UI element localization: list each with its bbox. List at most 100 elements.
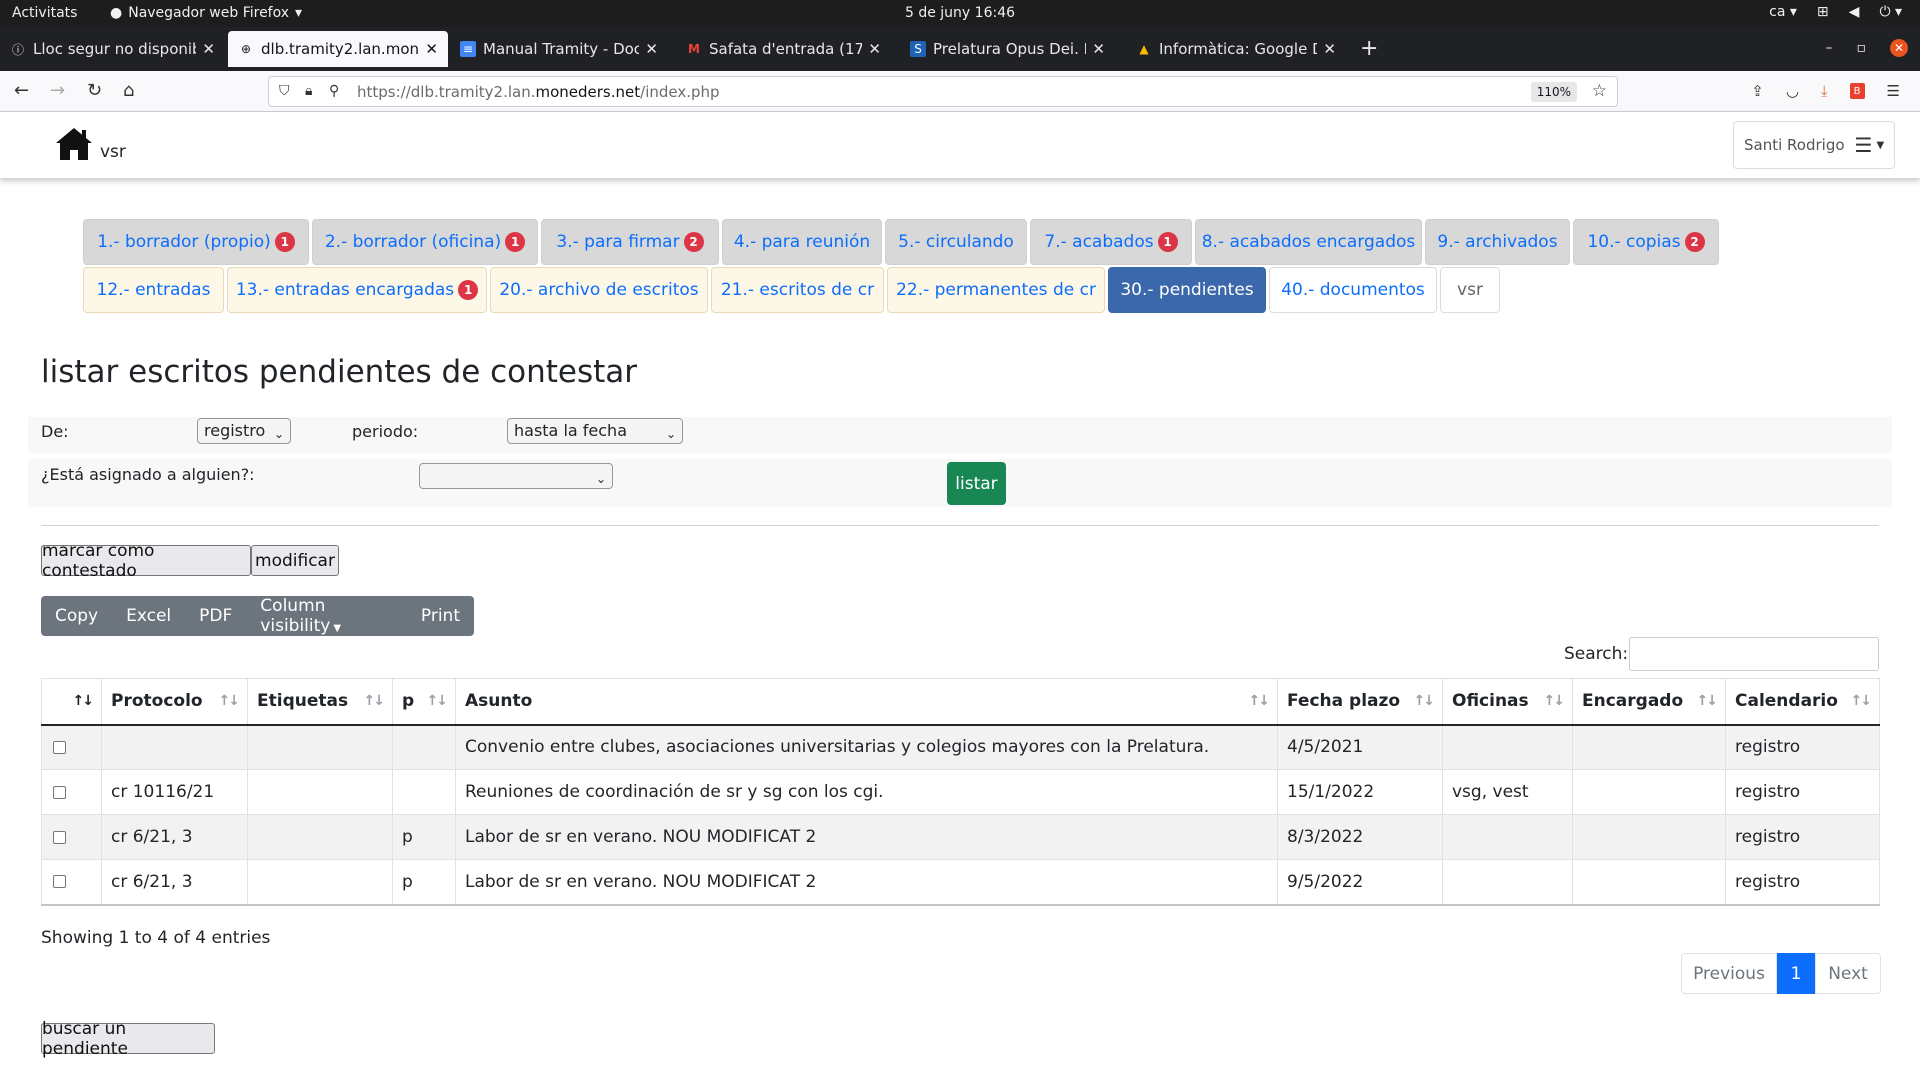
table-row[interactable]: cr 10116/21 Reuniones de coordinación de…	[41, 769, 1880, 815]
row-checkbox[interactable]	[53, 740, 66, 754]
permissions-icon[interactable]: ⚲	[329, 83, 339, 99]
browser-tab[interactable]: M Safata d'entrada (17) - jo ✕	[676, 31, 891, 67]
menu-tab-acabados[interactable]: 7.- acabados 1	[1030, 219, 1192, 265]
periodo-select[interactable]: hasta la fecha ⌄	[507, 418, 683, 444]
search-label: Search:	[1564, 644, 1629, 664]
minimize-icon[interactable]: –	[1826, 40, 1833, 56]
filter-row-1	[28, 417, 1892, 453]
menu-tab-acabados-encargados[interactable]: 8.- acabados encargados	[1195, 219, 1422, 265]
maximize-icon[interactable]: ▫	[1857, 40, 1867, 56]
close-tab-icon[interactable]: ✕	[425, 40, 438, 58]
column-header-encargado[interactable]: Encargado ↑↓	[1572, 678, 1726, 726]
row-checkbox[interactable]	[53, 875, 66, 889]
browser-tab[interactable]: ⓘ Lloc segur no disponible ✕	[0, 31, 225, 67]
menu-tab-archivados[interactable]: 9.- archivados	[1425, 219, 1570, 265]
search-pending-button[interactable]: buscar un pendiente	[41, 1019, 215, 1059]
lock-icon[interactable]: 🔒︎	[305, 83, 312, 99]
extension-icon[interactable]: B	[1849, 83, 1865, 99]
print-button[interactable]: Print	[407, 606, 474, 626]
menu-tab-copias[interactable]: 10.- copias 2	[1573, 219, 1719, 265]
column-header-protocolo[interactable]: Protocolo ↑↓	[101, 678, 248, 726]
menu-tab-para-reunion[interactable]: 4.- para reunión	[722, 219, 882, 265]
menu-icon[interactable]: ☰	[1887, 82, 1900, 100]
de-select[interactable]: registro ⌄	[197, 418, 291, 444]
home-icon[interactable]	[54, 126, 94, 162]
row-checkbox[interactable]	[53, 785, 66, 799]
mark-answered-button[interactable]: marcar como contestado	[41, 541, 251, 581]
etiquetas-cell	[247, 859, 393, 906]
browser-tab-active[interactable]: ⊕ dlb.tramity2.lan.moneders ✕	[228, 31, 448, 67]
listar-button[interactable]: listar	[947, 462, 1006, 505]
window-close-icon[interactable]: ✕	[1890, 39, 1908, 57]
pocket-icon[interactable]: ◡	[1786, 82, 1799, 100]
menu-tab-permanentes-cr[interactable]: 22.- permanentes de cr	[887, 267, 1105, 313]
table-row[interactable]: cr 6/21, 3 p Labor de sr en verano. NOU …	[41, 859, 1880, 906]
menu-tab-borrador-oficina[interactable]: 2.- borrador (oficina) 1	[312, 219, 538, 265]
table-row[interactable]: cr 6/21, 3 p Labor de sr en verano. NOU …	[41, 814, 1880, 860]
menu-tab-pendientes[interactable]: 30.- pendientes	[1108, 267, 1266, 313]
url-text[interactable]: https://dlb.tramity2.lan.moneders.net/in…	[357, 83, 720, 101]
menu-tab-documentos[interactable]: 40.- documentos	[1269, 267, 1437, 313]
close-tab-icon[interactable]: ✕	[645, 40, 658, 58]
p-cell	[392, 769, 456, 815]
column-header-oficinas[interactable]: Oficinas ↑↓	[1442, 678, 1573, 726]
url-bar[interactable]: ⛉ 🔒︎ ⚲ https://dlb.tramity2.lan.moneders…	[268, 76, 1618, 107]
column-header-fecha-plazo[interactable]: Fecha plazo ↑↓	[1277, 678, 1443, 726]
close-tab-icon[interactable]: ✕	[1323, 40, 1336, 58]
menu-tab-vsr[interactable]: vsr	[1440, 267, 1500, 313]
language-indicator[interactable]: ca ▾	[1769, 4, 1797, 20]
app-name: Navegador web Firefox	[128, 5, 290, 21]
p-cell	[392, 724, 456, 770]
previous-page-button[interactable]: Previous	[1681, 953, 1777, 994]
share-icon[interactable]: ⇪	[1751, 82, 1764, 100]
column-header-etiquetas[interactable]: Etiquetas ↑↓	[247, 678, 393, 726]
close-tab-icon[interactable]: ✕	[1092, 40, 1105, 58]
table-row[interactable]: Convenio entre clubes, asociaciones univ…	[41, 724, 1880, 770]
browser-tab[interactable]: ≡ Manual Tramity - Docume ✕	[450, 31, 668, 67]
back-icon[interactable]: ←	[14, 80, 29, 101]
pdf-button[interactable]: PDF	[185, 606, 246, 626]
asignado-select[interactable]: ⌄	[419, 463, 613, 489]
menu-tab-archivo-escritos[interactable]: 20.- archivo de escritos	[490, 267, 708, 313]
menu-tab-entradas-encargadas[interactable]: 13.- entradas encargadas 1	[227, 267, 487, 313]
table-header-row: ↑↓ Protocolo ↑↓ Etiquetas ↑↓ p ↑↓ Asunto ↑↓ …	[41, 678, 1880, 726]
menu-tab-circulando[interactable]: 5.- circulando	[885, 219, 1027, 265]
reload-icon[interactable]: ↻	[87, 80, 102, 101]
modify-button[interactable]: modificar	[251, 545, 339, 576]
close-tab-icon[interactable]: ✕	[868, 40, 881, 58]
activities-button[interactable]: Activitats	[12, 5, 77, 21]
zoom-indicator[interactable]: 110%	[1530, 82, 1577, 102]
column-header-calendario[interactable]: Calendario ↑↓	[1725, 678, 1880, 726]
user-menu-button[interactable]: Santi Rodrigo ☰ ▼	[1733, 121, 1895, 169]
sort-icon: ↑↓	[218, 693, 241, 709]
column-header-select[interactable]: ↑↓	[41, 678, 102, 726]
next-page-button[interactable]: Next	[1815, 953, 1881, 994]
hamburger-icon: ☰	[1854, 133, 1873, 157]
browser-tab[interactable]: ▲ Informàtica: Google Drive ✕	[1126, 31, 1346, 67]
download-icon[interactable]: ⤓	[1821, 82, 1828, 100]
copy-button[interactable]: Copy	[41, 606, 112, 626]
menu-tab-borrador-propio[interactable]: 1.- borrador (propio) 1	[83, 219, 309, 265]
forward-icon[interactable]: →	[50, 80, 65, 101]
menu-tab-escritos-cr[interactable]: 21.- escritos de cr	[711, 267, 884, 313]
menu-tab-entradas[interactable]: 12.- entradas	[83, 267, 224, 313]
home-icon[interactable]: ⌂	[123, 80, 134, 101]
system-tray[interactable]: ca ▾ ⊞ ◀ ⏻ ▾	[1769, 4, 1902, 20]
page-1-button[interactable]: 1	[1777, 953, 1815, 994]
shield-icon[interactable]: ⛉	[279, 83, 290, 99]
column-visibility-button[interactable]: Column visibility ▼	[246, 596, 407, 636]
close-tab-icon[interactable]: ✕	[202, 40, 215, 58]
column-header-p[interactable]: p ↑↓	[392, 678, 456, 726]
count-badge: 2	[1684, 232, 1705, 252]
bookmark-star-icon[interactable]: ☆	[1592, 81, 1607, 101]
browser-tab[interactable]: S Prelatura Opus Dei. Dele ✕	[900, 31, 1115, 67]
app-menu[interactable]: ● Navegador web Firefox ▾	[110, 5, 302, 21]
brand-label[interactable]: vsr	[100, 142, 126, 162]
new-tab-icon[interactable]: +	[1360, 36, 1378, 61]
chevron-down-icon: ▾	[295, 5, 303, 21]
search-input[interactable]	[1629, 637, 1879, 671]
excel-button[interactable]: Excel	[112, 606, 185, 626]
row-checkbox[interactable]	[53, 830, 66, 844]
column-header-asunto[interactable]: Asunto ↑↓	[455, 678, 1278, 726]
menu-tab-para-firmar[interactable]: 3.- para firmar 2	[541, 219, 719, 265]
